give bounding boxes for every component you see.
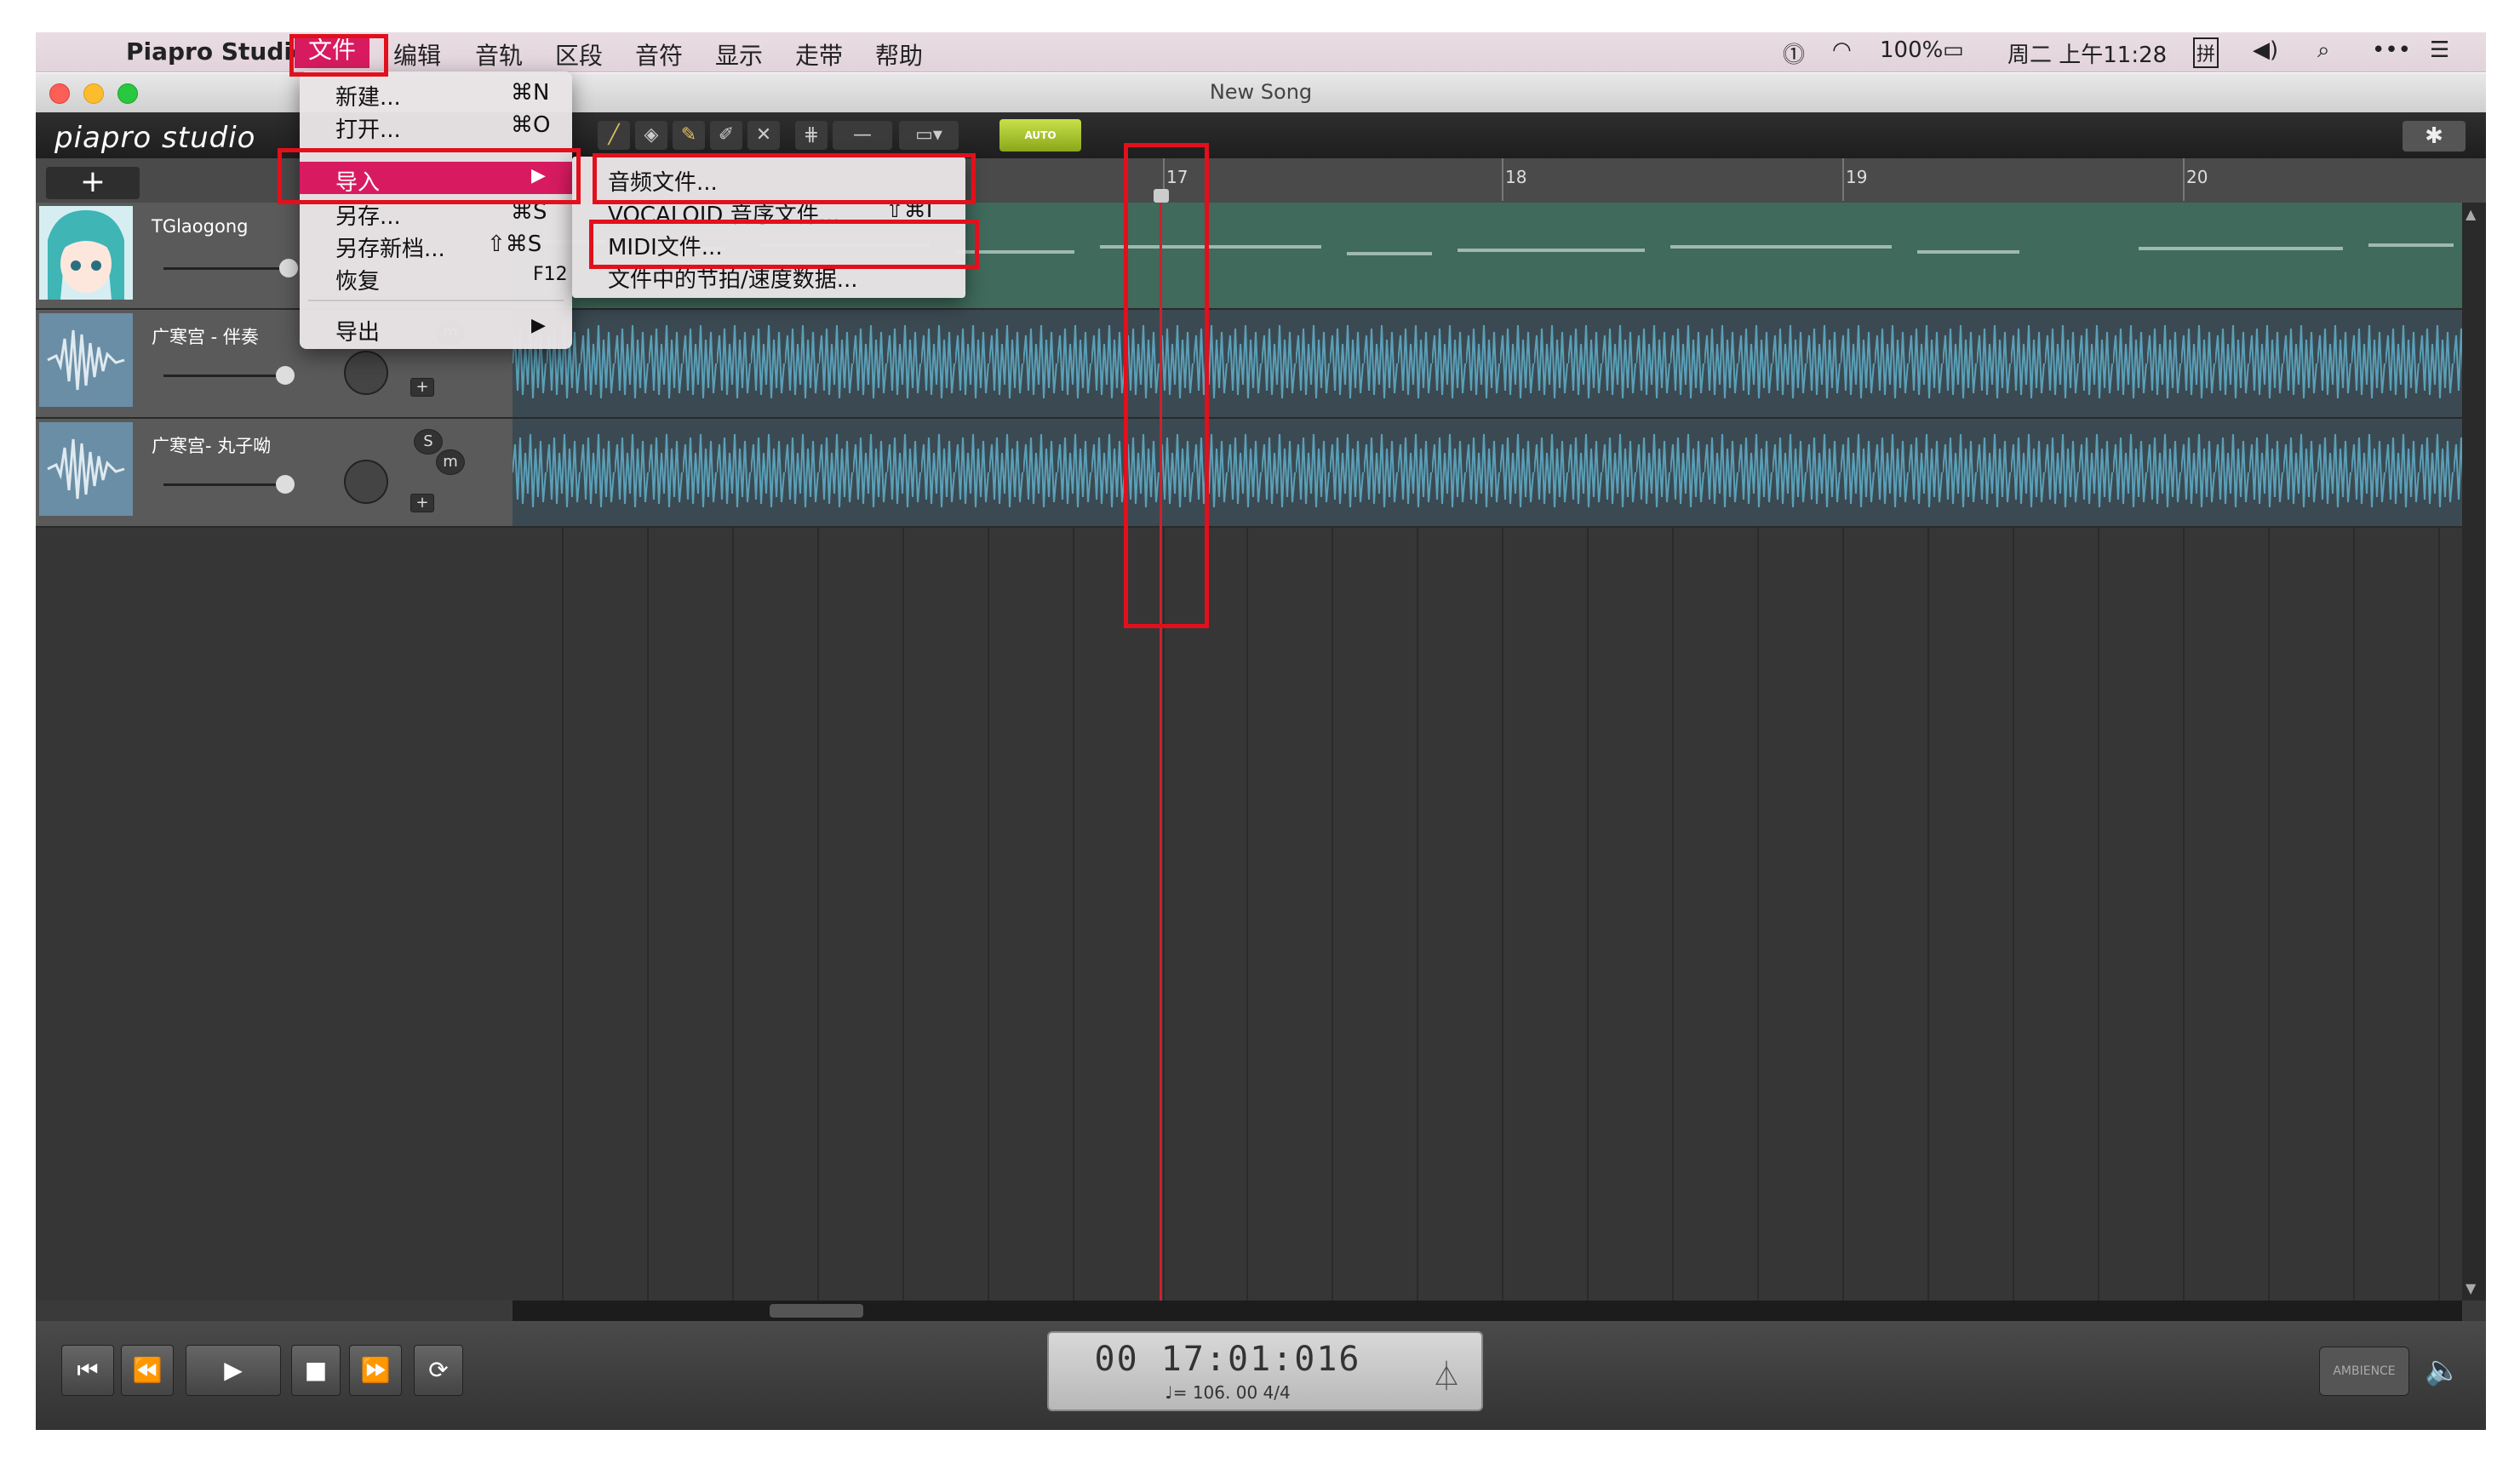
waveform-icon xyxy=(39,422,133,516)
track-name[interactable]: 广寒宫- 丸子呦 xyxy=(152,432,271,458)
settings-gear-icon[interactable]: ✱ xyxy=(2403,121,2466,152)
transport-bar: ⏮ ⏪ ▶ ■ ⏩ ⟳ 00 17:01:016 ♩= 106. 00 4/4 … xyxy=(36,1321,2486,1430)
time-readout: 00 17:01:016 xyxy=(1094,1340,1361,1379)
menu-item-new[interactable]: 新建... ⌘N xyxy=(300,77,572,111)
annotation-box-midi-file xyxy=(589,220,979,269)
pan-knob[interactable] xyxy=(344,351,388,395)
volume-slider-knob[interactable] xyxy=(276,475,295,494)
annotation-box-file-menu xyxy=(289,34,388,77)
accompaniment-lane[interactable] xyxy=(513,310,2462,419)
loop-icon[interactable]: ⟳ xyxy=(414,1345,463,1396)
annotation-box-audio-file xyxy=(593,153,976,204)
fast-forward-icon[interactable]: ⏩ xyxy=(349,1345,402,1396)
menu-item-save-new[interactable]: 另存新档... ⇧⌘S xyxy=(300,228,572,262)
clock[interactable]: 周二 上午11:28 xyxy=(2007,37,2167,69)
volume-slider-knob[interactable] xyxy=(276,366,295,385)
vocal-audio-lane[interactable] xyxy=(513,419,2462,528)
vocal-avatar xyxy=(39,206,133,300)
file-menu: 新建... ⌘N 打开... ⌘O 导入 ▶ 另存... ⌘S 另存新档... ⇧⌘S 恢… xyxy=(300,71,572,349)
vertical-scrollbar[interactable]: ▲ ▼ xyxy=(2462,203,2486,1301)
bar-number: 18 xyxy=(1505,167,1527,187)
mute-button[interactable]: m xyxy=(436,449,465,475)
bar-number: 19 xyxy=(1846,167,1868,187)
eraser-tool-icon[interactable]: ◈ xyxy=(635,121,667,150)
rewind-icon[interactable]: ⏪ xyxy=(121,1345,174,1396)
menu-item-export[interactable]: 导出 ▶ xyxy=(300,312,572,346)
volume-slider-track xyxy=(163,483,291,486)
cross-tool-icon[interactable]: ✕ xyxy=(747,121,780,150)
grid-icon[interactable]: ⋕ xyxy=(795,121,828,150)
track-header-vocal-audio[interactable]: 广寒宫- 丸子呦 S m + xyxy=(36,419,513,528)
menu-note[interactable]: 音符 xyxy=(635,37,683,71)
add-button[interactable]: + xyxy=(410,494,434,512)
battery-percent[interactable]: 100% xyxy=(1880,37,1943,63)
search-icon[interactable]: ⌕ xyxy=(2317,37,2330,64)
battery-icon[interactable]: ▭ xyxy=(1943,37,1964,63)
volume-slider-track xyxy=(163,267,291,270)
annotation-box-playhead xyxy=(1124,143,1209,628)
bar-number: 20 xyxy=(2186,167,2208,187)
auto-button[interactable]: AUTO xyxy=(999,119,1081,152)
scroll-thumb[interactable] xyxy=(770,1304,863,1318)
metronome-icon[interactable]: ⏃ xyxy=(1432,1353,1461,1395)
notification-center-icon[interactable]: ☰ xyxy=(2430,37,2449,63)
menu-item-revert[interactable]: 恢复 F12 xyxy=(300,260,572,295)
mac-menubar: Piapro Studio 文件 编辑 音轨 区段 音符 显示 走带 帮助 ⓵ … xyxy=(36,32,2486,72)
stop-icon[interactable]: ■ xyxy=(291,1345,341,1396)
menu-view[interactable]: 显示 xyxy=(715,37,763,71)
ambience-button[interactable]: AMBIENCE xyxy=(2319,1347,2409,1396)
track-name[interactable]: TGlaogong xyxy=(152,216,248,237)
solo-button[interactable]: S xyxy=(414,429,443,455)
volume-slider-knob[interactable] xyxy=(279,259,298,277)
add-track-button[interactable]: + xyxy=(46,167,140,199)
menu-help[interactable]: 帮助 xyxy=(875,37,923,71)
menu-item-open[interactable]: 打开... ⌘O xyxy=(300,109,572,143)
menu-transport[interactable]: 走带 xyxy=(795,37,843,71)
annotation-box-import xyxy=(278,148,581,204)
scroll-down-arrow[interactable]: ▼ xyxy=(2466,1280,2476,1296)
add-button[interactable]: + xyxy=(410,378,434,397)
accessibility-icon[interactable]: ⓵ xyxy=(1783,37,1805,69)
scroll-up-arrow[interactable]: ▲ xyxy=(2466,206,2476,222)
time-display: 00 17:01:016 ♩= 106. 00 4/4 ⏃ xyxy=(1047,1331,1483,1411)
input-method-icon[interactable]: 拼 xyxy=(2193,37,2219,68)
line-tool-icon[interactable]: ✐ xyxy=(710,121,742,150)
track-area[interactable]: TGlaogong 广寒宫 - 伴奏 + 广寒宫- 丸子呦 S m + xyxy=(36,203,2462,1301)
waveform-icon xyxy=(39,313,133,407)
menu-edit[interactable]: 编辑 xyxy=(393,37,441,71)
play-icon[interactable]: ▶ xyxy=(186,1345,281,1396)
menu-track[interactable]: 音轨 xyxy=(475,37,523,71)
pencil-tool-icon[interactable]: ╱ xyxy=(598,121,630,150)
more-icon[interactable]: ••• xyxy=(2372,37,2411,63)
speaker-icon[interactable]: 🔈 xyxy=(2425,1353,2460,1387)
go-to-start-icon[interactable]: ⏮ xyxy=(61,1345,114,1396)
track-name[interactable]: 广寒宫 - 伴奏 xyxy=(152,323,259,349)
line-width-icon[interactable]: — xyxy=(833,121,892,150)
volume-slider-track xyxy=(163,375,291,377)
pen-tool-icon[interactable]: ✎ xyxy=(673,121,705,150)
pan-knob[interactable] xyxy=(344,460,388,504)
tempo-readout: ♩= 106. 00 4/4 xyxy=(1165,1382,1291,1403)
quantize-dropdown-icon[interactable]: ▭▾ xyxy=(899,121,959,150)
wifi-icon[interactable]: ◠ xyxy=(1832,37,1852,63)
app-name-menu[interactable]: Piapro Studio xyxy=(126,37,308,66)
menu-part[interactable]: 区段 xyxy=(555,37,603,71)
horizontal-scrollbar[interactable] xyxy=(513,1301,2462,1321)
volume-icon[interactable]: ◀) xyxy=(2253,37,2278,63)
piapro-logo: piapro studio xyxy=(54,121,256,155)
